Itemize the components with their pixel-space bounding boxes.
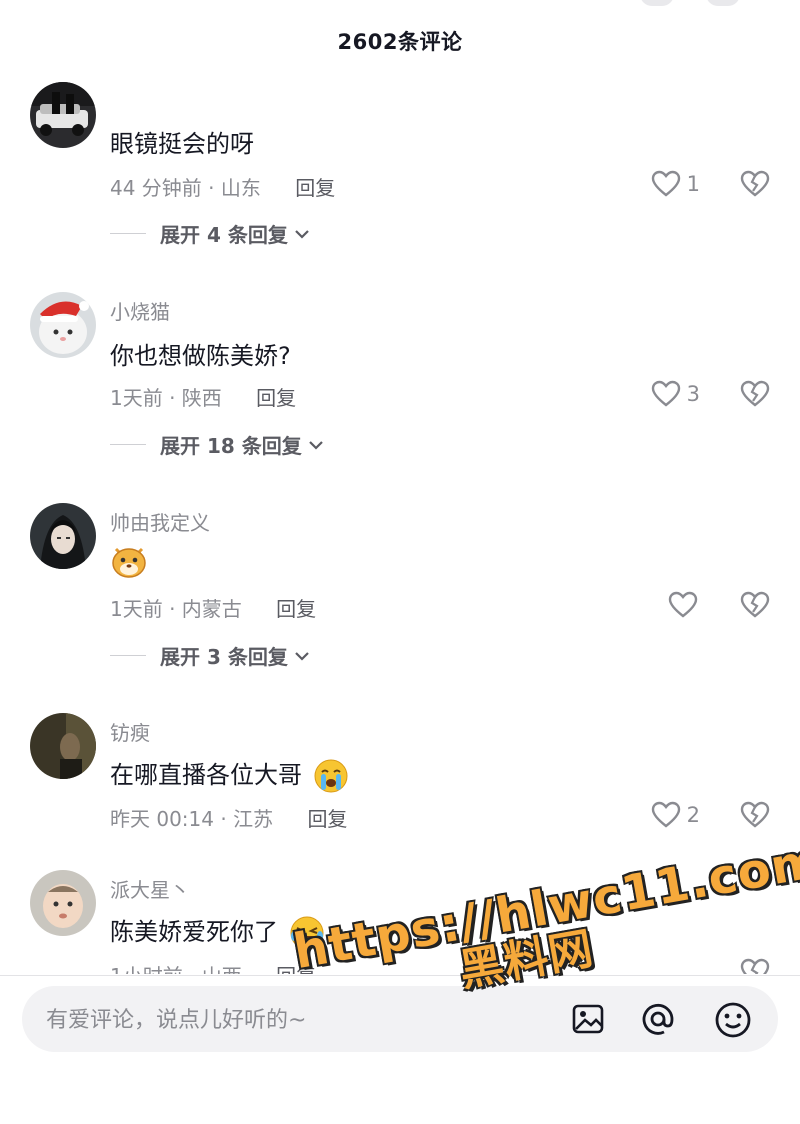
- heart-icon: [651, 380, 680, 407]
- avatar[interactable]: [30, 713, 96, 779]
- mention-button[interactable]: [640, 1001, 676, 1041]
- comment-meta: 1天前 · 内蒙古 回复: [110, 593, 316, 622]
- broken-heart-icon: [740, 958, 770, 974]
- heart-icon: [651, 801, 680, 828]
- reply-button[interactable]: 回复: [295, 176, 335, 200]
- comment-emoji: [110, 543, 148, 585]
- divider-line: [110, 655, 146, 656]
- like-button[interactable]: 1: [651, 170, 700, 198]
- chevron-down-icon: [308, 440, 323, 450]
- dislike-button[interactable]: [740, 958, 770, 974]
- like-count: 2: [686, 803, 700, 827]
- username[interactable]: 派大星丶: [110, 874, 190, 903]
- crying-face-emoji: [314, 759, 348, 793]
- smiley-icon: [715, 1002, 751, 1038]
- comment-text: 眼镜挺会的呀: [110, 130, 254, 158]
- broken-heart-icon: [740, 380, 770, 407]
- comments-count-title: 2602条评论: [337, 30, 463, 54]
- like-button[interactable]: [668, 591, 698, 619]
- comment-time-location: 1天前 · 陕西: [110, 386, 222, 410]
- expand-replies-button[interactable]: 展开 18 条回复: [110, 430, 324, 459]
- image-picker-button[interactable]: [570, 1001, 606, 1041]
- username[interactable]: 钫瘐: [110, 717, 150, 746]
- chevron-down-icon: [295, 651, 309, 661]
- dislike-button[interactable]: [740, 380, 770, 412]
- reply-button[interactable]: 回复: [276, 597, 316, 621]
- expand-replies-label: 展开 3 条回复: [160, 645, 288, 669]
- avatar[interactable]: [30, 292, 96, 358]
- reply-button[interactable]: 回复: [307, 807, 347, 831]
- avatar[interactable]: [30, 503, 96, 569]
- expand-replies-button[interactable]: 展开 3 条回复: [110, 641, 310, 670]
- partial-button: [640, 0, 674, 6]
- face-emoji: [112, 547, 146, 578]
- dislike-button[interactable]: [740, 591, 770, 623]
- expand-replies-button[interactable]: 展开 4 条回复: [110, 219, 310, 248]
- broken-heart-icon: [740, 591, 770, 618]
- username[interactable]: 帅由我定义: [110, 507, 210, 536]
- like-button[interactable]: 3: [651, 380, 700, 408]
- broken-heart-icon: [740, 801, 770, 828]
- expand-replies-label: 展开 18 条回复: [160, 434, 302, 458]
- comment-text-content: 在哪直播各位大哥: [110, 761, 302, 789]
- chevron-down-icon: [295, 229, 309, 239]
- avatar[interactable]: [30, 870, 96, 936]
- comment-time-location: 1天前 · 内蒙古: [110, 597, 242, 621]
- heart-icon: [651, 170, 680, 197]
- like-count: 1: [686, 172, 700, 196]
- divider-line: [110, 444, 146, 445]
- comment-text-content: 陈美娇爱死你了: [110, 918, 278, 946]
- username[interactable]: 小烧猫: [110, 296, 170, 325]
- comment-text: 你也想做陈美娇?: [110, 342, 291, 370]
- partial-button: [706, 0, 740, 6]
- comment-meta: 1小时前 · 山西 回复: [110, 960, 316, 974]
- expand-replies-label: 展开 4 条回复: [160, 223, 288, 247]
- like-button[interactable]: 2: [651, 801, 700, 829]
- emoji-button[interactable]: [714, 1001, 752, 1043]
- heart-icon: [668, 591, 698, 618]
- comment-meta: 1天前 · 陕西 回复: [110, 382, 296, 411]
- like-count: 3: [686, 382, 700, 406]
- comment-time-location: 1小时前 · 山西: [110, 964, 242, 974]
- dislike-button[interactable]: [740, 170, 770, 202]
- comment-meta: 44 分钟前 · 山东 回复: [110, 172, 335, 201]
- dislike-button[interactable]: [740, 801, 770, 833]
- image-icon: [572, 1004, 604, 1034]
- avatar[interactable]: [30, 82, 96, 148]
- divider-line: [110, 233, 146, 234]
- comment-time-location: 44 分钟前 · 山东: [110, 176, 261, 200]
- reply-button[interactable]: 回复: [256, 386, 296, 410]
- comment-meta: 昨天 00:14 · 江苏 回复: [110, 803, 347, 832]
- at-icon: [642, 1003, 674, 1035]
- broken-heart-icon: [740, 170, 770, 197]
- comment-input[interactable]: [44, 1004, 468, 1036]
- comment-text: 在哪直播各位大哥: [110, 755, 348, 793]
- comment-time-location: 昨天 00:14 · 江苏: [110, 807, 274, 831]
- top-partial-buttons: [640, 0, 780, 6]
